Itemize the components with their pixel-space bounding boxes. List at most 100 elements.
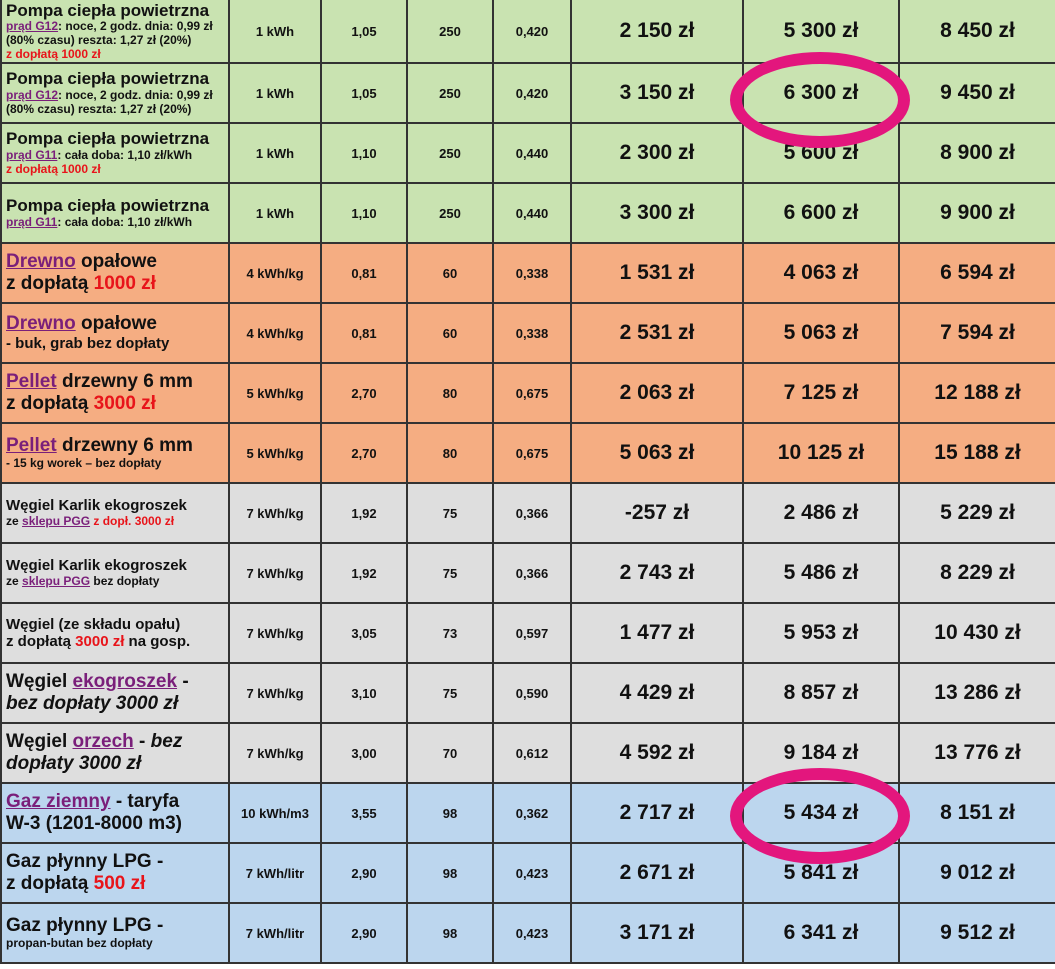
- table-row: Węgiel Karlik ekogroszek ze sklepu PGG b…: [0, 542, 1055, 604]
- fuel-subtitle: z dopłatą 500 zł: [6, 873, 146, 894]
- fuel-link[interactable]: Gaz ziemny: [6, 791, 111, 812]
- table-row: Gaz płynny LPG - z dopłatą 500 zł 7 kWh/…: [0, 842, 1055, 904]
- price-cell: 3,05: [320, 602, 408, 664]
- cost-cell-1: -257 zł: [570, 482, 744, 544]
- subsidy-amount: 1000 zł: [93, 273, 156, 294]
- efficiency-cell: 80: [406, 362, 494, 424]
- fuel-link[interactable]: Drewno: [6, 313, 76, 334]
- efficiency-cell: 98: [406, 842, 494, 904]
- table-row: Pompa ciepła powietrzna prąd G12: noce, …: [0, 0, 1055, 64]
- efficiency-cell: 250: [406, 182, 494, 244]
- energy-unit-cell: 7 kWh/kg: [228, 662, 322, 724]
- fuel-link[interactable]: Pellet: [6, 371, 57, 392]
- fuel-name: Drewno opałowe: [6, 251, 157, 273]
- kwh-cost-cell: 0,338: [492, 242, 572, 304]
- fuel-name: Pompa ciepła powietrzna: [6, 69, 210, 89]
- price-cell: 3,10: [320, 662, 408, 724]
- cost-cell-1: 2 531 zł: [570, 302, 744, 364]
- energy-unit-cell: 7 kWh/kg: [228, 602, 322, 664]
- cost-cell-3: 5 229 zł: [898, 482, 1055, 544]
- cost-cell-3: 8 229 zł: [898, 542, 1055, 604]
- price-cell: 3,55: [320, 782, 408, 844]
- highlight-ring: [730, 52, 910, 148]
- fuel-name: Gaz płynny LPG -: [6, 915, 164, 937]
- shop-link[interactable]: sklepu PGG: [22, 514, 90, 528]
- cost-cell-2: 2 486 zł: [742, 482, 900, 544]
- fuel-link[interactable]: Pellet: [6, 435, 57, 456]
- cost-cell-1: 1 531 zł: [570, 242, 744, 304]
- cost-cell-3: 10 430 zł: [898, 602, 1055, 664]
- fuel-subtitle: - 15 kg worek – bez dopłaty: [6, 456, 162, 471]
- tariff-link[interactable]: prąd G12: [6, 88, 58, 102]
- cost-cell-3: 9 512 zł: [898, 902, 1055, 964]
- fuel-name: Gaz płynny LPG -: [6, 851, 164, 873]
- kwh-cost-cell: 0,597: [492, 602, 572, 664]
- cost-cell-2: 8 857 zł: [742, 662, 900, 724]
- energy-unit-cell: 1 kWh: [228, 182, 322, 244]
- cost-cell-3: 6 594 zł: [898, 242, 1055, 304]
- fuel-name: Drewno opałowe: [6, 313, 157, 335]
- cost-cell-3: 13 776 zł: [898, 722, 1055, 784]
- fuel-desc: prąd G12: noce, 2 godz. dnia: 0,99 zł (8…: [6, 19, 213, 47]
- price-cell: 1,92: [320, 482, 408, 544]
- efficiency-cell: 60: [406, 242, 494, 304]
- cost-cell-3: 8 151 zł: [898, 782, 1055, 844]
- fuel-cell: Gaz płynny LPG - z dopłatą 500 zł: [0, 842, 230, 904]
- fuel-cell: Drewno opałowe z dopłatą 1000 zł: [0, 242, 230, 304]
- kwh-cost-cell: 0,366: [492, 482, 572, 544]
- price-cell: 1,92: [320, 542, 408, 604]
- fuel-cell: Gaz ziemny - taryfa W-3 (1201-8000 m3): [0, 782, 230, 844]
- fuel-cell: Pompa ciepła powietrzna prąd G12: noce, …: [0, 0, 230, 64]
- cost-cell-2: 4 063 zł: [742, 242, 900, 304]
- kwh-cost-cell: 0,366: [492, 542, 572, 604]
- fuel-name: Węgiel Karlik ekogroszek: [6, 557, 187, 575]
- fuel-desc: prąd G12: noce, 2 godz. dnia: 0,99 zł (8…: [6, 87, 213, 116]
- efficiency-cell: 73: [406, 602, 494, 664]
- fuel-cell: Węgiel (ze składu opału) z dopłatą 3000 …: [0, 602, 230, 664]
- fuel-cell: Pellet drzewny 6 mm - 15 kg worek – bez …: [0, 422, 230, 484]
- price-cell: 1,10: [320, 122, 408, 184]
- efficiency-cell: 250: [406, 122, 494, 184]
- energy-unit-cell: 5 kWh/kg: [228, 422, 322, 484]
- tariff-link[interactable]: prąd G11: [6, 215, 57, 229]
- subsidy-amount: 500 zł: [93, 873, 146, 894]
- cost-cell-3: 13 286 zł: [898, 662, 1055, 724]
- table-row: Drewno opałowe - buk, grab bez dopłaty 4…: [0, 302, 1055, 364]
- efficiency-cell: 70: [406, 722, 494, 784]
- efficiency-cell: 75: [406, 542, 494, 604]
- table-row: Węgiel Karlik ekogroszek ze sklepu PGG z…: [0, 482, 1055, 544]
- subsidy-amount: z dopł. 3000 zł: [90, 513, 175, 528]
- subsidy-note: z dopłatą 1000 zł: [6, 46, 101, 61]
- energy-unit-cell: 4 kWh/kg: [228, 302, 322, 364]
- kwh-cost-cell: 0,590: [492, 662, 572, 724]
- fuel-subtitle: propan-butan bez dopłaty: [6, 936, 153, 951]
- efficiency-cell: 98: [406, 782, 494, 844]
- fuel-cell: Pompa ciepła powietrzna prąd G12: noce, …: [0, 62, 230, 124]
- fuel-link[interactable]: orzech: [73, 731, 134, 752]
- fuel-name: Pompa ciepła powietrzna: [6, 129, 210, 149]
- cost-cell-2: 6 600 zł: [742, 182, 900, 244]
- energy-unit-cell: 7 kWh/litr: [228, 842, 322, 904]
- efficiency-cell: 98: [406, 902, 494, 964]
- fuel-link[interactable]: ekogroszek: [73, 671, 178, 692]
- fuel-subtitle: ze sklepu PGG bez dopłaty: [6, 573, 160, 588]
- price-cell: 3,00: [320, 722, 408, 784]
- fuel-subtitle: dopłaty 3000 zł: [6, 753, 142, 774]
- fuel-cell: Pellet drzewny 6 mm z dopłatą 3000 zł: [0, 362, 230, 424]
- tariff-link[interactable]: prąd G11: [6, 148, 57, 162]
- table-row: Pellet drzewny 6 mm z dopłatą 3000 zł 5 …: [0, 362, 1055, 424]
- cost-cell-3: 12 188 zł: [898, 362, 1055, 424]
- efficiency-cell: 250: [406, 0, 494, 64]
- cost-cell-3: 9 450 zł: [898, 62, 1055, 124]
- shop-link[interactable]: sklepu PGG: [22, 574, 90, 588]
- energy-unit-cell: 1 kWh: [228, 0, 322, 64]
- highlight-ring: [730, 768, 910, 864]
- price-cell: 0,81: [320, 302, 408, 364]
- cost-cell-3: 8 450 zł: [898, 0, 1055, 64]
- fuel-link[interactable]: Drewno: [6, 251, 76, 272]
- table-row: Węgiel (ze składu opału) z dopłatą 3000 …: [0, 602, 1055, 664]
- subsidy-note: z dopłatą 1000 zł: [6, 161, 101, 176]
- tariff-link[interactable]: prąd G12: [6, 19, 58, 33]
- kwh-cost-cell: 0,612: [492, 722, 572, 784]
- fuel-name: Pompa ciepła powietrzna: [6, 0, 210, 20]
